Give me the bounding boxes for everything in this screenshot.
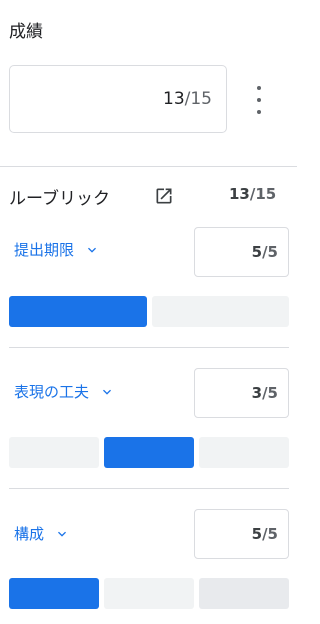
criterion-1-score-input[interactable]: 5/5 [194,227,289,277]
divider [0,166,297,167]
criterion-3-level-1[interactable] [9,578,99,609]
grade-input[interactable]: 13 /15 [9,65,227,133]
criterion-separator [9,347,289,348]
chevron-down-icon [58,531,67,537]
criterion-3-level-3[interactable] [199,578,289,609]
chevron-down-icon [103,389,112,395]
criterion-2-level-2[interactable] [104,437,194,468]
criterion-separator [9,488,289,489]
criterion-2-level-3[interactable] [199,437,289,468]
rubric-total-score: 13/15 [229,185,277,203]
criterion-2-level-1[interactable] [9,437,99,468]
criterion-3-levels [9,578,289,609]
criterion-3-level-2[interactable] [104,578,194,609]
criterion-2-label[interactable]: 表現の工夫 [14,381,115,402]
criterion-2-score-input[interactable]: 3/5 [194,368,289,418]
criterion-3-score-input[interactable]: 5/5 [194,509,289,559]
criterion-1-level-2[interactable] [151,296,289,327]
rubric-title: ルーブリック [9,189,110,209]
criterion-3-label[interactable]: 構成 [14,523,70,544]
criterion-1-level-1[interactable] [9,296,147,327]
grade-title: 成績 [9,22,43,42]
chevron-down-icon [88,247,97,253]
open-in-new-icon[interactable] [154,186,174,206]
more-options-icon[interactable] [250,86,268,114]
criterion-2-levels [9,437,289,468]
criterion-1-label[interactable]: 提出期限 [14,239,100,260]
criterion-1-levels [9,296,289,327]
grade-value: 13 [163,89,185,109]
grade-total: /15 [184,89,212,109]
